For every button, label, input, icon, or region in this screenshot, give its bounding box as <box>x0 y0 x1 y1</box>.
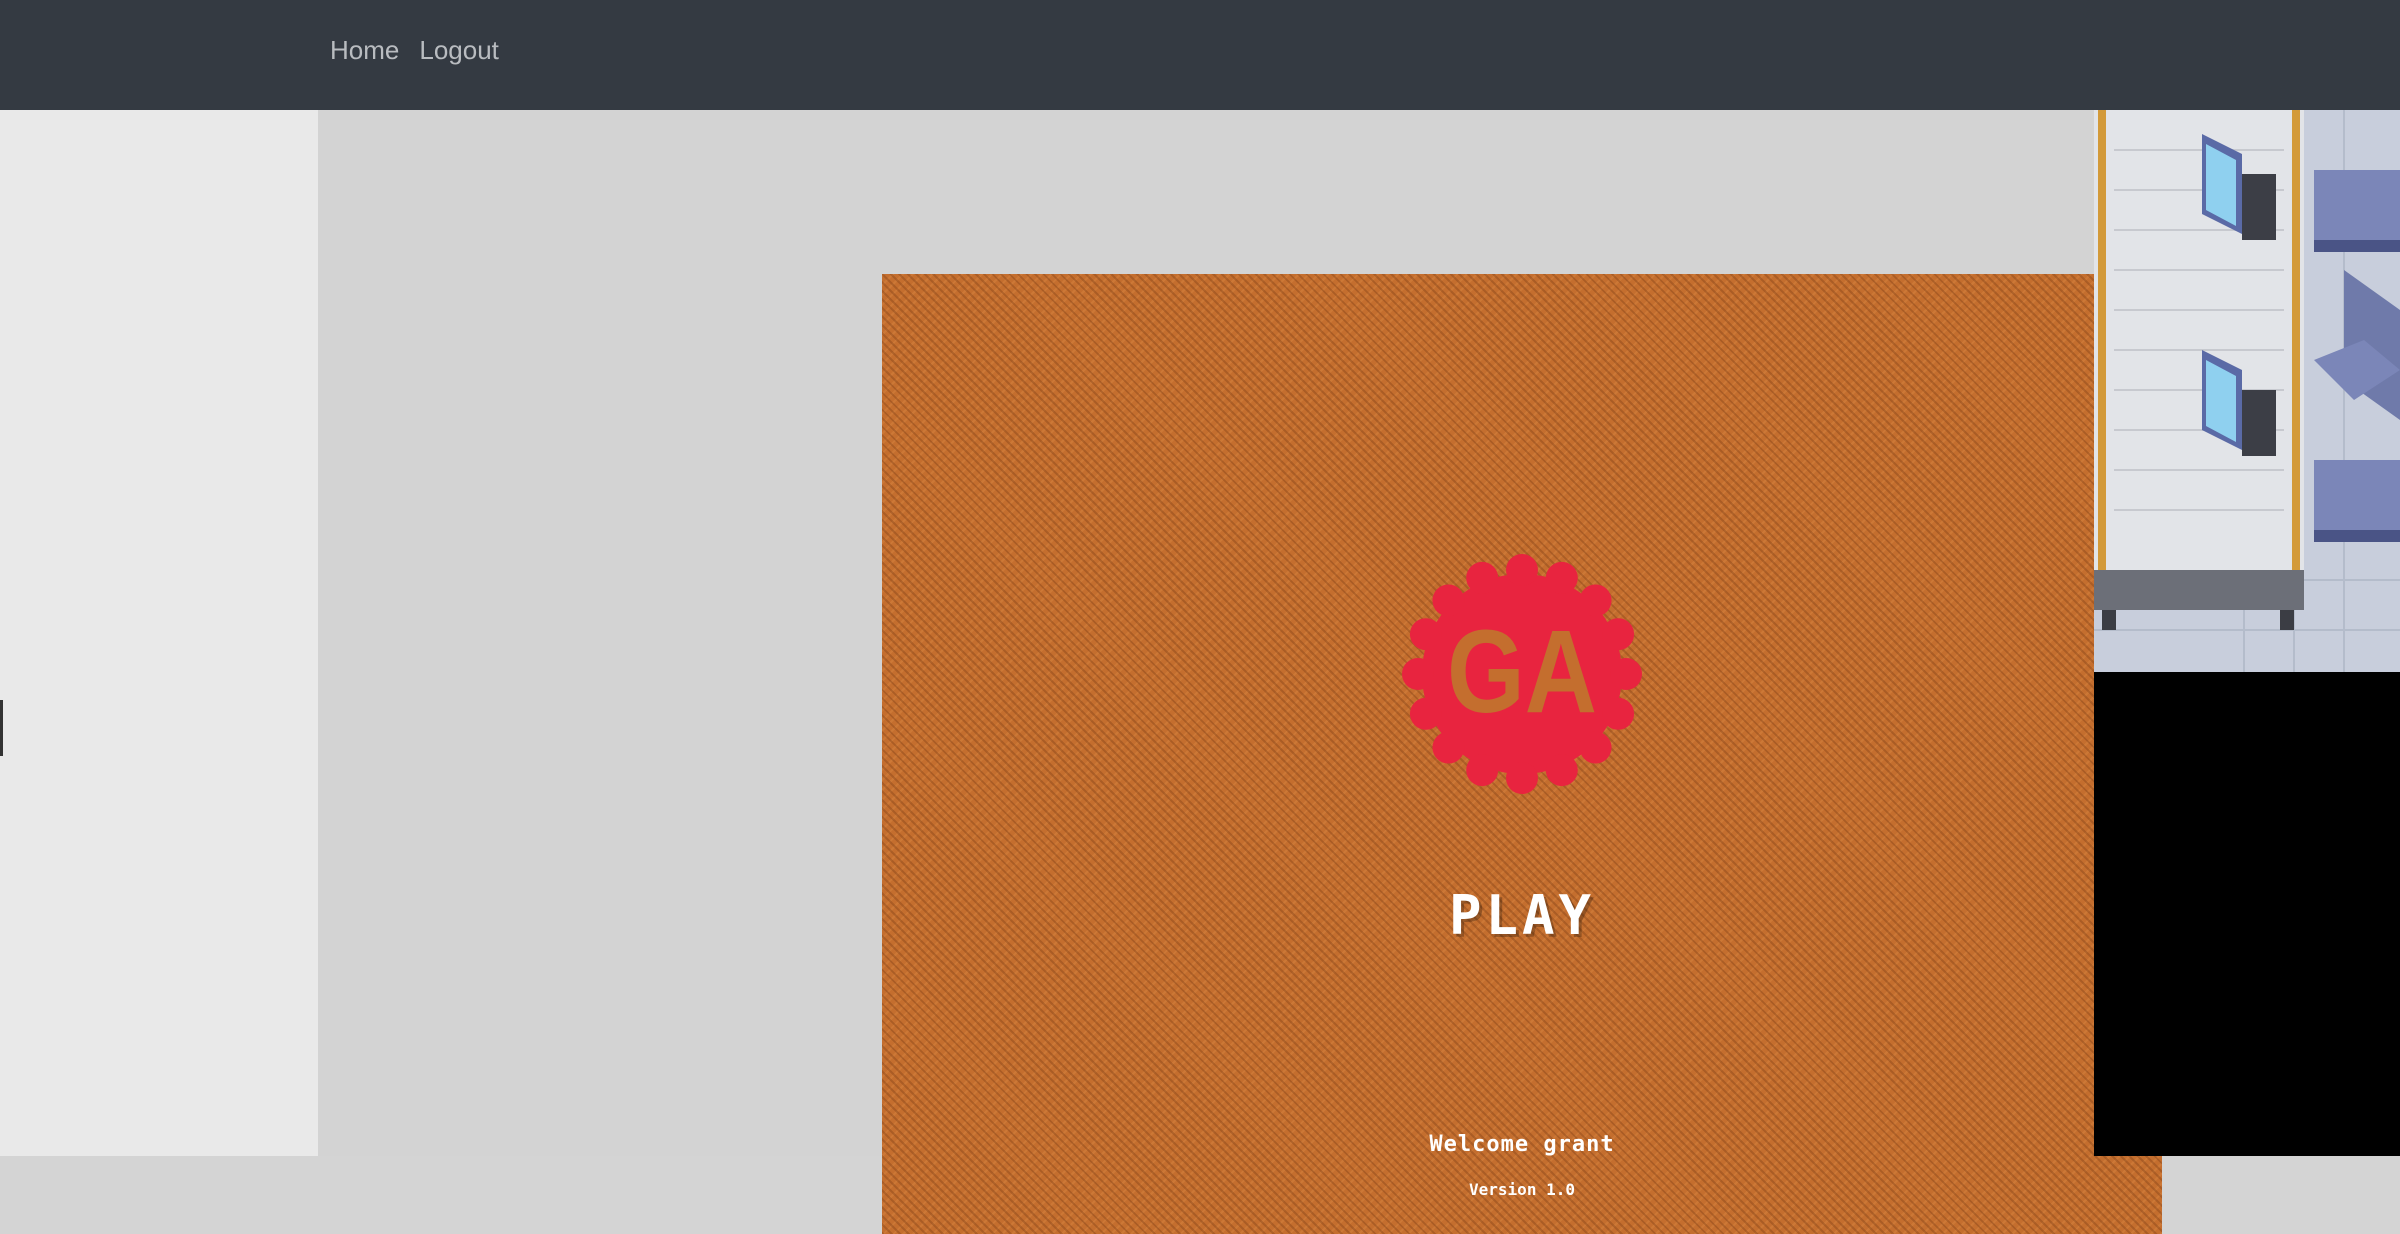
welcome-text: Welcome grant <box>1429 1132 1615 1157</box>
nav-links: Home Logout <box>330 32 499 68</box>
desk-edge-left <box>2098 110 2106 570</box>
office-chair-3 <box>2314 460 2400 542</box>
nav-home-link[interactable]: Home <box>330 32 399 68</box>
top-navbar: Home Logout <box>0 0 2400 110</box>
game-canvas[interactable]: GA PLAY Welcome grant Version 1.0 <box>882 274 2162 1234</box>
right-game-preview <box>2094 110 2400 1156</box>
play-button[interactable]: PLAY <box>882 884 2162 947</box>
office-chair-1 <box>2314 170 2400 252</box>
left-panel <box>0 110 318 1156</box>
desk-base <box>2094 570 2304 610</box>
main-content: GA PLAY Welcome grant Version 1.0 <box>318 110 2162 1234</box>
version-text: Version 1.0 <box>1469 1180 1575 1199</box>
nav-logout-link[interactable]: Logout <box>419 32 499 68</box>
ga-gear-logo: GA <box>1402 554 1642 794</box>
left-edge-marker <box>0 700 3 756</box>
logo-text: GA <box>1447 606 1597 738</box>
desk-edge-right <box>2292 110 2300 570</box>
office-map-preview <box>2094 110 2400 672</box>
